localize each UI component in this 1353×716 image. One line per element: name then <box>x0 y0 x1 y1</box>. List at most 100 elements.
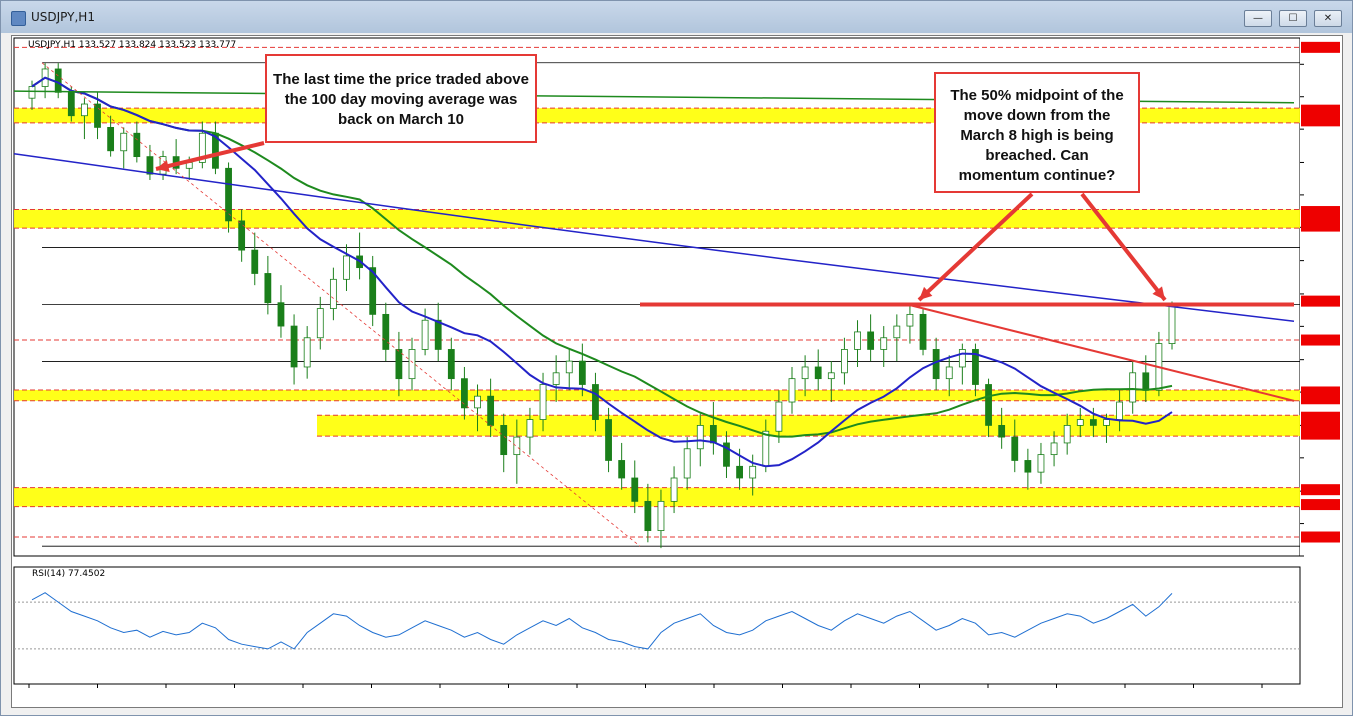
callout-left: The last time the price traded above the… <box>265 54 537 143</box>
price-marker <box>1301 104 1340 116</box>
rsi-label: RSI(14) 77.4502 <box>32 569 105 579</box>
candle-body <box>683 448 691 479</box>
maximize-icon: ☐ <box>1288 13 1298 24</box>
price-marker <box>1301 428 1340 440</box>
candle-body <box>709 425 717 444</box>
candle-body <box>343 255 350 280</box>
candle-body <box>618 460 626 479</box>
candle-body <box>1076 419 1084 426</box>
candle-body <box>788 378 796 403</box>
candle-body <box>1011 436 1019 461</box>
price-marker <box>1301 393 1340 405</box>
candle-body <box>81 103 88 117</box>
minimize-button[interactable]: — <box>1244 10 1272 27</box>
price-marker <box>1301 334 1340 346</box>
price-chart[interactable]: USDJPY,H1 133.527 133.824 133.523 133.77… <box>12 36 1342 707</box>
candle-body <box>945 366 953 380</box>
price-marker <box>1301 115 1340 127</box>
candle-body <box>1037 454 1045 473</box>
candle-body <box>1116 401 1123 420</box>
rsi-frame <box>13 566 1301 685</box>
candle-body <box>146 156 154 175</box>
candle-body <box>329 278 337 309</box>
time-axis[interactable] <box>28 684 1263 688</box>
candle-body <box>487 395 495 426</box>
candle-body <box>303 337 311 368</box>
window-titlebar[interactable]: USDJPY,H1 — ☐ ✕ <box>1 1 1352 33</box>
candle-body <box>985 384 992 426</box>
window-title: USDJPY,H1 <box>31 10 95 24</box>
maximize-button[interactable]: ☐ <box>1279 10 1307 27</box>
chart-area[interactable]: USDJPY,H1 133.527 133.824 133.523 133.77… <box>11 35 1343 708</box>
price-marker <box>1301 499 1340 511</box>
close-button[interactable]: ✕ <box>1314 10 1342 27</box>
candle-body <box>67 91 75 117</box>
candle-body <box>1089 419 1097 426</box>
candle-body <box>474 395 481 409</box>
candle-body <box>539 384 547 420</box>
candle-body <box>54 68 62 93</box>
close-icon: ✕ <box>1323 13 1333 24</box>
callout-right-text: The 50% midpoint of the move down from t… <box>950 87 1124 184</box>
candle-body <box>1024 460 1032 473</box>
candle-body <box>120 132 128 152</box>
candle-body <box>696 425 704 450</box>
candle-body <box>513 436 521 456</box>
candle-body <box>28 86 36 99</box>
candle-body <box>251 249 259 274</box>
candle-body <box>775 401 783 432</box>
candle-body <box>225 167 232 222</box>
candle-body <box>1050 442 1058 456</box>
candle-body <box>605 419 612 461</box>
candle-body <box>395 349 403 380</box>
price-marker <box>1301 531 1340 543</box>
candle-body <box>408 349 416 380</box>
chart-window-icon <box>11 11 26 26</box>
rsi-panel[interactable] <box>13 566 1301 685</box>
candle-body <box>827 372 835 380</box>
candle-body <box>238 220 246 251</box>
candle-body <box>880 337 888 350</box>
candle-body <box>893 325 901 339</box>
candle-body <box>644 500 652 531</box>
candle-body <box>1063 425 1071 444</box>
candle-body <box>631 477 639 502</box>
candle-body <box>552 372 560 385</box>
candle-body <box>736 465 743 479</box>
candle-body <box>1129 372 1137 403</box>
terminal-window: USDJPY,H1 — ☐ ✕ USDJPY,H1 133.527 133.82… <box>0 0 1353 716</box>
candle-body <box>434 319 442 350</box>
candle-body <box>801 366 809 380</box>
candle-body <box>316 308 324 339</box>
candle-body <box>421 319 429 350</box>
minimize-icon: — <box>1253 13 1263 24</box>
candle-body <box>762 430 770 467</box>
price-marker <box>1301 484 1340 496</box>
candle-body <box>382 313 390 350</box>
candle-body <box>657 500 665 531</box>
candle-body <box>461 378 468 409</box>
candle-body <box>1142 372 1150 391</box>
candle-body <box>290 325 298 368</box>
candle-body <box>592 384 599 420</box>
callout-left-text: The last time the price traded above the… <box>273 71 529 128</box>
candle-body <box>94 103 101 128</box>
chart-header: USDJPY,H1 133.527 133.824 133.523 133.77… <box>28 40 236 50</box>
candle-body <box>906 313 914 327</box>
candle-body <box>578 360 586 385</box>
callout-right: The 50% midpoint of the move down from t… <box>934 72 1140 193</box>
candle-body <box>447 349 455 380</box>
zone-band <box>14 389 1300 401</box>
price-marker <box>1301 295 1340 307</box>
price-axis[interactable] <box>1300 36 1342 707</box>
candle-body <box>277 302 285 327</box>
price-marker <box>1301 220 1340 232</box>
candle-body <box>1103 419 1110 426</box>
candle-body <box>670 477 678 502</box>
candle-body <box>958 349 966 368</box>
candle-body <box>854 331 861 350</box>
price-axis-bg <box>1300 36 1342 707</box>
candle-body <box>841 349 848 374</box>
candle-body <box>867 331 875 350</box>
candle-body <box>526 419 534 438</box>
